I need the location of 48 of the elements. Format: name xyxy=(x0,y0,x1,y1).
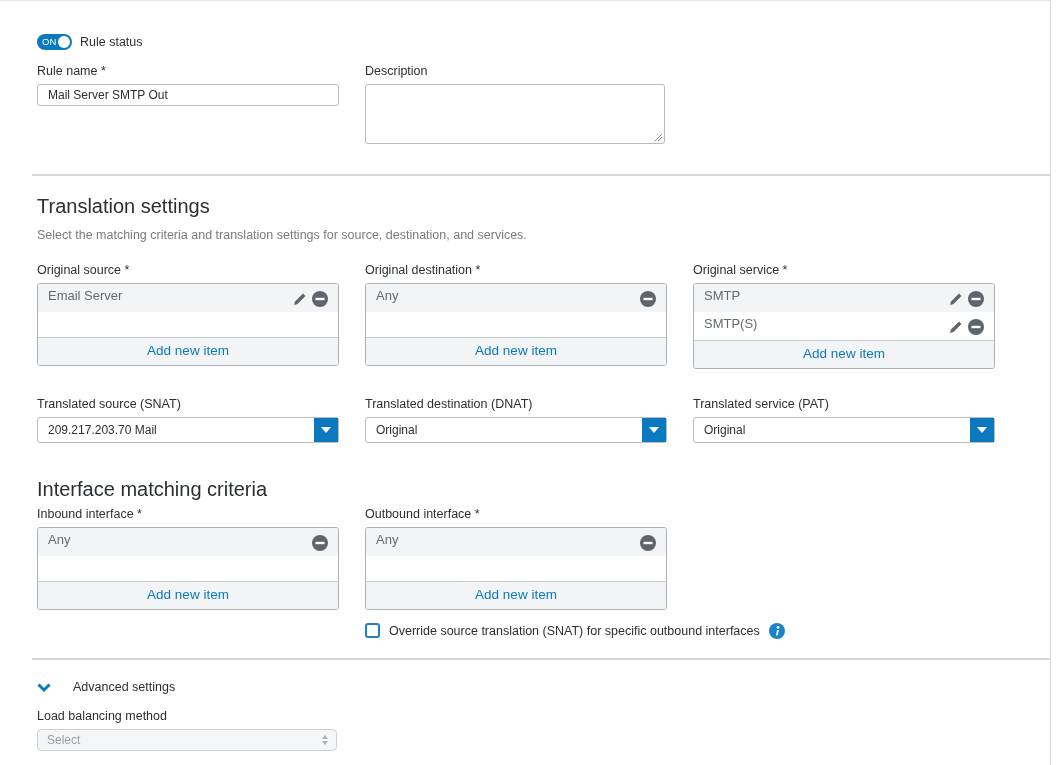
list-item[interactable]: SMTP xyxy=(694,283,994,312)
resize-grip-icon[interactable] xyxy=(655,133,662,141)
field-label: Translated destination (DNAT) xyxy=(365,396,534,412)
list-item[interactable]: Any xyxy=(38,527,338,556)
field-label: Original destination * xyxy=(365,262,482,278)
checkbox[interactable] xyxy=(365,623,380,639)
section-title: Interface matching criteria xyxy=(37,476,269,501)
add-item-button[interactable]: Add new item xyxy=(366,336,666,365)
add-item-button[interactable]: Add new item xyxy=(366,580,666,609)
field-label: Original source * xyxy=(37,262,131,278)
field-label: Translated service (PAT) xyxy=(693,396,830,412)
list-item[interactable]: Email Server xyxy=(38,283,338,312)
list-item[interactable]: SMTP(S) xyxy=(694,311,994,340)
field-label: Description xyxy=(365,63,429,79)
toggle-switch[interactable]: ON xyxy=(37,34,72,51)
field-label: Translated source (SNAT) xyxy=(37,396,182,412)
section-title: Translation settings xyxy=(37,193,211,218)
remove-icon[interactable] xyxy=(312,290,328,307)
remove-icon[interactable] xyxy=(312,534,328,551)
field-label: Original service * xyxy=(693,262,789,278)
dropdown-field[interactable]: Original xyxy=(365,416,667,443)
add-item-button[interactable]: Add new item xyxy=(38,336,338,365)
dropdown-field[interactable]: Original xyxy=(693,416,995,443)
section-toggle[interactable]: Advanced settings xyxy=(73,678,176,697)
field-label: Inbound interface * xyxy=(37,506,143,522)
caret-icon[interactable] xyxy=(977,426,987,433)
caret-icon[interactable] xyxy=(649,426,659,433)
field-label: Rule name * xyxy=(37,63,107,79)
field-label: Load balancing method xyxy=(37,709,168,724)
remove-icon[interactable] xyxy=(968,318,984,335)
list-item[interactable]: Any xyxy=(366,527,666,556)
caret-icon[interactable] xyxy=(321,426,331,433)
rule-name-field[interactable]: Mail Server SMTP Out xyxy=(37,83,339,106)
add-item-button[interactable]: Add new item xyxy=(694,339,994,368)
chevron-icon[interactable] xyxy=(37,683,51,693)
field-label: Outbound interface * xyxy=(365,506,481,522)
info-icon[interactable] xyxy=(768,622,785,639)
toggle-label: Rule status xyxy=(80,34,143,51)
dropdown-field[interactable]: 209.217.203.70 Mail xyxy=(37,416,339,443)
checkbox-label: Override source translation (SNAT) for specific outbound interfaces xyxy=(389,622,760,640)
list-item[interactable]: Any xyxy=(366,283,666,312)
section-description: Select the matching criteria and translation settings for source, destination, and services. xyxy=(37,226,528,244)
description-field[interactable] xyxy=(365,83,665,144)
add-item-button[interactable]: Add new item xyxy=(38,580,338,609)
remove-icon[interactable] xyxy=(968,290,984,307)
remove-icon[interactable] xyxy=(640,534,656,551)
remove-icon[interactable] xyxy=(640,290,656,307)
sort-arrows-icon xyxy=(322,735,328,745)
